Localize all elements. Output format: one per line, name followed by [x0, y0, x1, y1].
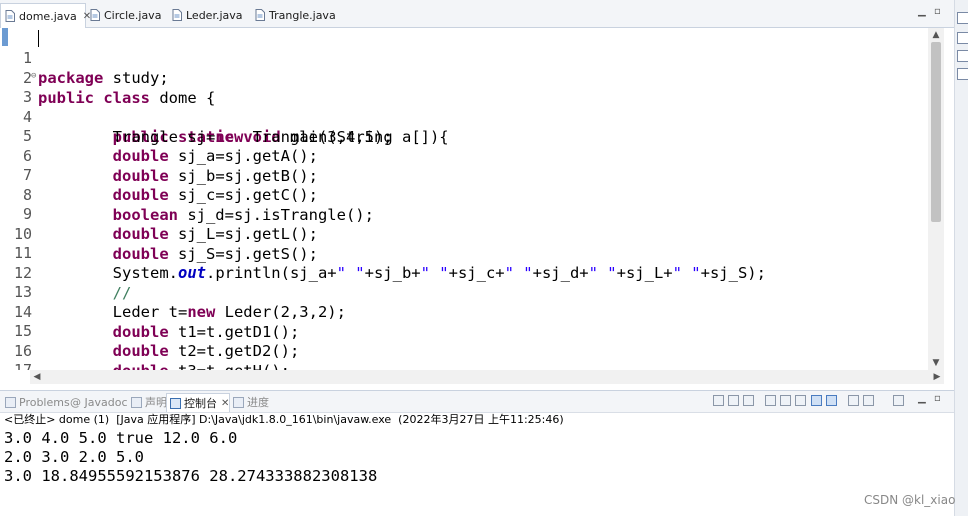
code-line[interactable]: 13 Leder t=new Leder(2,3,2); — [0, 262, 928, 321]
tab-label: 声明 — [145, 396, 167, 409]
task-list-icon[interactable] — [957, 32, 968, 44]
maximize-icon[interactable]: ▫ — [934, 393, 941, 404]
tab-progress[interactable]: 进度 — [230, 393, 269, 411]
java-file-icon — [255, 9, 265, 21]
code-line[interactable]: 9 double sj_L=sj.getL(); — [0, 184, 928, 243]
progress-icon — [233, 396, 244, 408]
remove-launch-icon[interactable] — [728, 395, 739, 406]
editor-horizontal-scrollbar[interactable]: ◀ ▶ — [30, 370, 944, 384]
remove-all-icon[interactable] — [743, 395, 754, 406]
code-line[interactable]: 16 double t3=t.getH(); — [0, 321, 928, 371]
code-line[interactable]: 18 System.out.print(t1+" "); — [0, 360, 928, 371]
code-line[interactable]: 8 boolean sj_d=sj.isTrangle(); — [0, 165, 928, 224]
scroll-left-icon[interactable]: ◀ — [30, 370, 44, 384]
tab-trangle-java[interactable]: Trangle.java — [251, 4, 336, 26]
maximize-icon[interactable]: ▫ — [934, 6, 941, 17]
tab-label: Circle.java — [104, 8, 162, 22]
outline-view-icon[interactable] — [957, 12, 968, 24]
scroll-up-icon[interactable]: ▲ — [928, 28, 944, 42]
console-output-line: 2.0 3.0 2.0 5.0 — [4, 448, 144, 466]
console-status-line: <已终止> dome (1) [Java 应用程序] D:\Java\jdk1.… — [4, 413, 564, 426]
hierarchy-icon[interactable] — [957, 68, 968, 80]
fold-icon[interactable]: ⊖ — [31, 66, 36, 86]
code-line[interactable]: 2 public class dome { — [0, 48, 928, 107]
close-icon[interactable]: ✕ — [221, 398, 229, 409]
text-caret — [38, 30, 39, 47]
code-line[interactable]: 15 double t2=t.getD2(); — [0, 301, 928, 360]
restore-icon[interactable] — [957, 50, 968, 62]
minimize-icon[interactable]: ▁ — [918, 6, 926, 17]
show-on-stdout-icon[interactable] — [811, 395, 822, 406]
tab-label: dome.java — [19, 9, 77, 23]
tab-dome-java[interactable]: dome.java ✕ — [0, 3, 91, 28]
tab-label: 进度 — [247, 396, 269, 409]
tab-javadoc[interactable]: @ Javadoc — [70, 393, 128, 411]
console-output-line: 3.0 4.0 5.0 true 12.0 6.0 — [4, 429, 238, 447]
code-line[interactable]: 10 double sj_S=sj.getS(); — [0, 204, 928, 263]
tab-declaration[interactable]: 声明 — [128, 393, 167, 411]
console-icon — [170, 397, 181, 409]
editor-vertical-scrollbar[interactable]: ▲ ▼ — [928, 28, 944, 370]
tab-label: @ Javadoc — [70, 395, 128, 409]
display-console-icon[interactable] — [863, 395, 874, 406]
show-on-stderr-icon[interactable] — [826, 395, 837, 406]
code-line[interactable]: 4 Trangle sj=new Trangle(3,4,5); — [0, 87, 928, 146]
code-line[interactable]: 3 ⊖ public static void main(String a[]){ — [0, 66, 928, 146]
pin-console-icon[interactable] — [848, 395, 859, 406]
clear-console-icon[interactable] — [795, 395, 806, 406]
tab-console[interactable]: 控制台 ✕ — [166, 393, 231, 412]
console-output-line: 3.0 18.84955592153876 28.274333882308138 — [4, 467, 378, 485]
scroll-thumb[interactable] — [931, 42, 941, 222]
word-wrap-icon[interactable] — [780, 395, 791, 406]
declaration-icon — [131, 396, 142, 408]
tab-label: Problems — [19, 395, 70, 409]
terminate-icon[interactable] — [713, 395, 724, 406]
code-line[interactable]: 14 double t1=t.getD1(); — [0, 282, 928, 341]
code-line[interactable]: 7 double sj_c=sj.getC(); — [0, 145, 928, 204]
watermark: CSDN @kl_xiao — [864, 493, 956, 507]
scroll-down-icon[interactable]: ▼ — [928, 356, 944, 370]
tab-label: Leder.java — [186, 8, 243, 22]
code-line[interactable]: 11 System.out.println(sj_a+" "+sj_b+" "+… — [0, 223, 928, 282]
open-console-icon[interactable] — [893, 395, 904, 406]
java-file-icon — [172, 9, 182, 21]
scroll-lock-icon[interactable] — [765, 395, 776, 406]
right-trim-bar — [954, 0, 968, 516]
tab-label: 控制台 — [184, 397, 217, 410]
problems-icon — [5, 396, 16, 408]
code-line[interactable]: 12 // — [0, 243, 928, 302]
code-line[interactable]: 5 double sj_a=sj.getA(); — [0, 106, 928, 165]
tab-label: Trangle.java — [269, 8, 336, 22]
tab-circle-java[interactable]: Circle.java — [86, 4, 161, 26]
bottom-view-tab-bar: Problems @ Javadoc 声明 控制台 ✕ 进度 ▁ ▫ — [0, 390, 954, 413]
code-editor[interactable]: 1 package study; 2 public class dome { 3… — [0, 28, 928, 370]
code-line[interactable]: 17 double t4=t.getS(); — [0, 340, 928, 370]
scroll-right-icon[interactable]: ▶ — [930, 370, 944, 384]
code-line[interactable]: 1 package study; — [0, 28, 928, 87]
java-file-icon — [5, 10, 15, 22]
java-file-icon — [90, 9, 100, 21]
console-output[interactable]: 3.0 4.0 5.0 true 12.0 6.0 2.0 3.0 2.0 5.… — [0, 428, 954, 516]
tab-leder-java[interactable]: Leder.java — [168, 4, 243, 26]
tab-problems[interactable]: Problems — [2, 393, 70, 411]
minimize-icon[interactable]: ▁ — [918, 393, 926, 404]
code-line[interactable]: 6 double sj_b=sj.getB(); — [0, 126, 928, 185]
editor-tab-bar: dome.java ✕ Circle.java Leder.java Trang… — [0, 0, 954, 28]
